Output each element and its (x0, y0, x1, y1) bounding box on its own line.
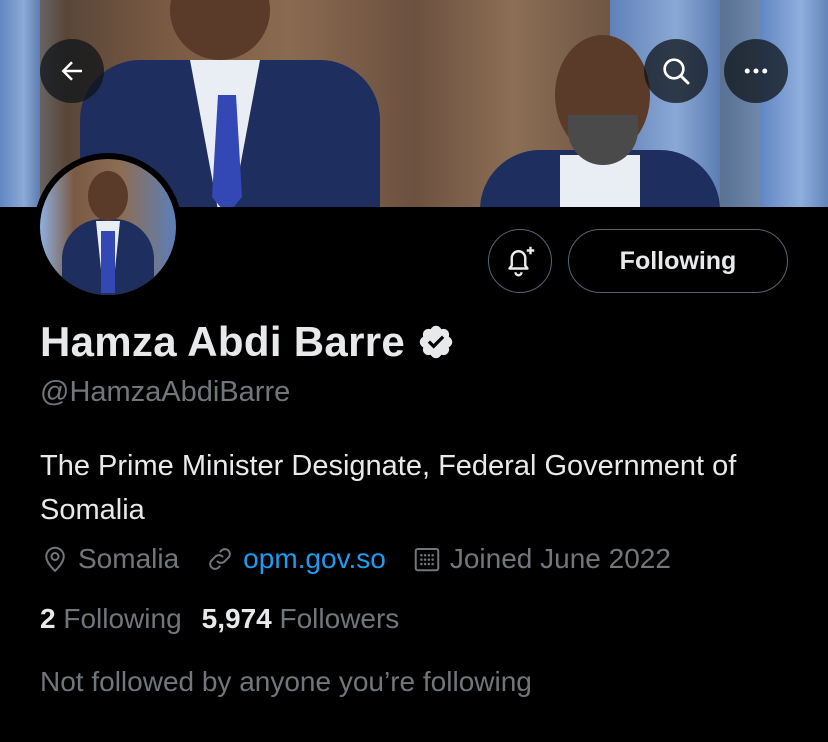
back-button[interactable] (40, 39, 104, 103)
profile-name: Hamza Abdi Barre (40, 318, 406, 365)
more-button[interactable] (724, 39, 788, 103)
following-label: Following (63, 603, 182, 634)
avatar-tie (101, 231, 115, 293)
profile-handle: @HamzaAbdiBarre (40, 376, 291, 408)
profile-avatar[interactable] (34, 153, 182, 301)
location-text: Somalia (78, 543, 180, 574)
followers-stat[interactable]: 5,974 Followers (202, 603, 400, 635)
website-item[interactable]: opm.gov.so (205, 543, 386, 575)
following-stat[interactable]: 2 Following (40, 603, 182, 635)
verified-badge-icon (419, 325, 453, 359)
profile-bio: The Prime Minister Designate, Federal Go… (40, 450, 737, 526)
back-arrow-icon (61, 61, 82, 81)
not-followed-text: Not followed by anyone you’re following (40, 666, 532, 697)
profile-meta: Somalia opm.gov.so Joined June 2022 (40, 543, 697, 575)
followers-count: 5,974 (201, 603, 272, 634)
following-button[interactable]: Following (568, 229, 788, 293)
following-count: 2 (40, 603, 56, 634)
avatar-head (88, 171, 128, 221)
name-row: Hamza Abdi Barre (40, 318, 455, 366)
profile-stats: 2 Following 5,974 Followers (40, 603, 419, 635)
calendar-icon (414, 548, 440, 572)
location-pin-icon (45, 546, 65, 573)
bell-plus-icon (508, 246, 535, 277)
banner-flag-left (0, 0, 40, 207)
link-icon (209, 548, 232, 570)
banner-head-left (170, 0, 270, 60)
joined-text: Joined June 2022 (449, 543, 671, 574)
more-icon (744, 68, 768, 74)
notifications-button[interactable] (488, 229, 552, 293)
search-icon (663, 58, 690, 85)
followers-label: Followers (279, 603, 400, 634)
banner-flag-far-right (760, 0, 828, 207)
location-item: Somalia (40, 543, 179, 575)
avatar-image (40, 159, 176, 295)
search-button[interactable] (644, 39, 708, 103)
website-link[interactable]: opm.gov.so (243, 543, 386, 575)
joined-item: Joined June 2022 (412, 543, 671, 575)
